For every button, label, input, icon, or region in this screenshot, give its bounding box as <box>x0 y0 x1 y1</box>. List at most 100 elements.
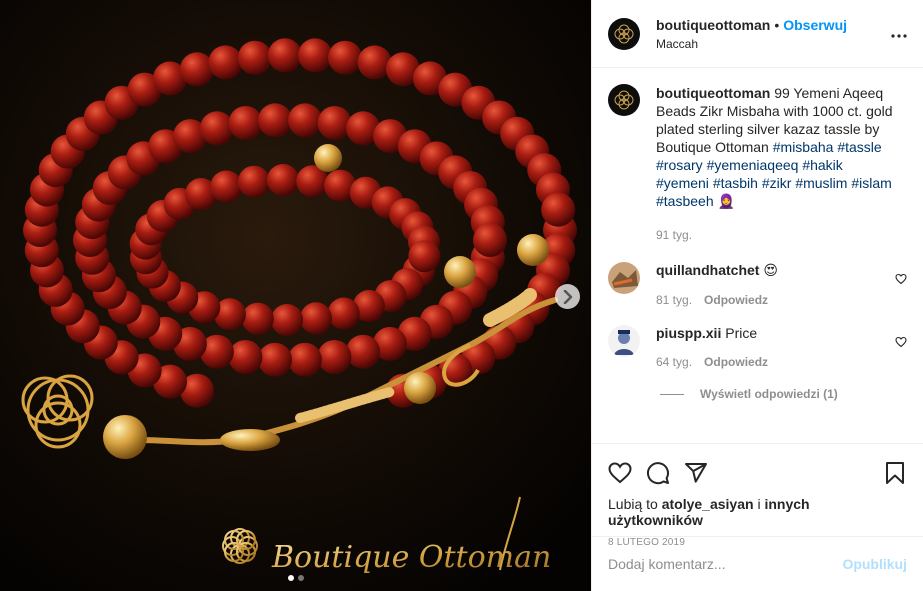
next-photo-button[interactable] <box>555 284 580 309</box>
like-comment-button[interactable] <box>895 272 907 288</box>
comment-username[interactable]: piuspp.xii <box>656 325 721 341</box>
hashtag-link[interactable]: #yemeni <box>656 175 709 191</box>
hashtag-link[interactable]: #muslim <box>795 175 847 191</box>
avatar-image-icon <box>608 262 640 294</box>
more-options-button[interactable] <box>891 25 907 41</box>
reply-button[interactable]: Odpowiedz <box>704 293 768 307</box>
agate-bead <box>200 111 234 146</box>
agate-bead <box>228 340 263 374</box>
likes-and: i <box>757 496 761 512</box>
post-sidebar: boutiqueottoman • Obserwuj Maccah boutiq… <box>591 0 923 591</box>
likes-summary: Lubią to atolye_asiyan i innych użytkown… <box>608 496 907 528</box>
agate-bead <box>210 170 243 203</box>
agate-bead <box>271 304 303 336</box>
save-button[interactable] <box>883 461 907 485</box>
agate-bead <box>327 297 360 330</box>
comments-section: boutiqueottoman 99 Yemeni Aqeeq Beads Zi… <box>592 68 923 443</box>
caption-text: boutiqueottoman 99 Yemeni Aqeeq Beads Zi… <box>656 84 898 210</box>
hashtag-link[interactable]: #misbaha <box>773 139 834 155</box>
hashtag-link[interactable]: #hakik <box>802 157 842 173</box>
comment-username[interactable]: quillandhatchet <box>656 262 759 278</box>
likes-prefix: Lubią to <box>608 496 658 512</box>
agate-bead <box>238 165 270 198</box>
reply-button[interactable]: Odpowiedz <box>704 355 768 369</box>
caption-age: 91 tyg. <box>656 228 693 242</box>
like-comment-button[interactable] <box>895 335 907 351</box>
prayer-beads-photo: Boutique Ottoman <box>0 0 591 591</box>
heart-icon <box>895 273 907 285</box>
agate-bead <box>300 302 332 335</box>
agate-bead <box>408 240 441 273</box>
hashtag-link[interactable]: #zikr <box>762 175 792 191</box>
comment-button[interactable] <box>646 461 670 485</box>
comment-input[interactable] <box>608 556 843 572</box>
hashtag-link[interactable]: #islam <box>851 175 891 191</box>
instagram-post-modal: Boutique Ottoman boutiqueottoman • Obser… <box>0 0 923 591</box>
agate-bead <box>541 192 576 227</box>
caption-avatar[interactable] <box>608 84 640 116</box>
agate-bead <box>287 342 322 377</box>
avatar[interactable] <box>608 17 640 50</box>
agate-bead <box>317 340 352 374</box>
brand-logo-icon <box>614 90 634 110</box>
agate-bead <box>180 52 214 87</box>
share-icon <box>685 463 707 483</box>
comment-avatar[interactable] <box>608 325 640 357</box>
agate-bead <box>267 164 299 196</box>
agate-bead <box>317 106 352 140</box>
separator: • <box>774 16 780 33</box>
comment-item: piuspp.xii Price 64 tyg. Odpowiedz <box>608 325 907 369</box>
comment-text: 😍 <box>763 262 778 278</box>
share-button[interactable] <box>684 461 708 485</box>
carousel-dot <box>297 575 304 581</box>
agate-bead <box>328 40 363 75</box>
agate-bead <box>241 302 274 335</box>
bookmark-icon <box>886 462 904 484</box>
hashtag-link[interactable]: #rosary <box>656 157 703 173</box>
hashtag-link[interactable]: #tasbeeh <box>656 193 714 209</box>
like-button[interactable] <box>608 461 632 485</box>
comment-item: quillandhatchet 😍 81 tyg. Odpowiedz <box>608 262 907 307</box>
agate-bead <box>267 38 302 73</box>
agate-bead <box>258 103 293 138</box>
header-username[interactable]: boutiqueottoman <box>656 17 770 33</box>
agate-bead <box>357 45 392 80</box>
heart-icon <box>895 336 907 348</box>
view-replies-button[interactable]: Wyświetl odpowiedzi (1) <box>660 387 907 401</box>
agate-bead <box>208 45 243 80</box>
post-image[interactable]: Boutique Ottoman <box>0 0 591 591</box>
agate-bead <box>298 38 333 73</box>
location-link[interactable]: Maccah <box>656 37 847 51</box>
agate-bead <box>346 334 380 369</box>
agate-bead <box>288 103 322 138</box>
post-actions: Lubią to atolye_asiyan i innych użytkown… <box>592 443 923 591</box>
brand-logo-icon <box>614 24 634 43</box>
watermark-text: Boutique Ottoman <box>271 540 551 575</box>
caption: boutiqueottoman 99 Yemeni Aqeeq Beads Zi… <box>608 84 907 244</box>
comment-avatar[interactable] <box>608 262 640 294</box>
likes-user-link[interactable]: atolye_asiyan <box>662 496 754 512</box>
hashtag-link[interactable]: #yemeniaqeeq <box>707 157 799 173</box>
chevron-right-icon <box>563 289 572 304</box>
hashtag-link[interactable]: #tasbih <box>713 175 758 191</box>
caption-username[interactable]: boutiqueottoman <box>656 85 770 101</box>
publish-button[interactable]: Opublikuj <box>842 556 907 572</box>
view-replies-label: Wyświetl odpowiedzi (1) <box>700 387 838 401</box>
agate-bead <box>228 106 263 140</box>
caption-emoji: 🧕 <box>717 193 735 209</box>
agate-bead <box>237 40 272 75</box>
carousel-dot-active <box>287 575 294 581</box>
heart-icon <box>608 462 632 484</box>
post-header: boutiqueottoman • Obserwuj Maccah <box>592 0 923 68</box>
comment-text: Price <box>725 325 758 341</box>
comment-age: 81 tyg. <box>656 293 693 307</box>
agate-bead <box>258 342 292 377</box>
comment-age: 64 tyg. <box>656 355 693 369</box>
avatar-image-icon <box>608 325 640 357</box>
follow-button[interactable]: Obserwuj <box>783 17 847 33</box>
hashtag-link[interactable]: #tassle <box>837 139 881 155</box>
more-icon <box>891 34 907 38</box>
comment-icon <box>647 462 669 485</box>
carousel-indicator <box>0 575 591 581</box>
agate-bead <box>473 223 507 257</box>
